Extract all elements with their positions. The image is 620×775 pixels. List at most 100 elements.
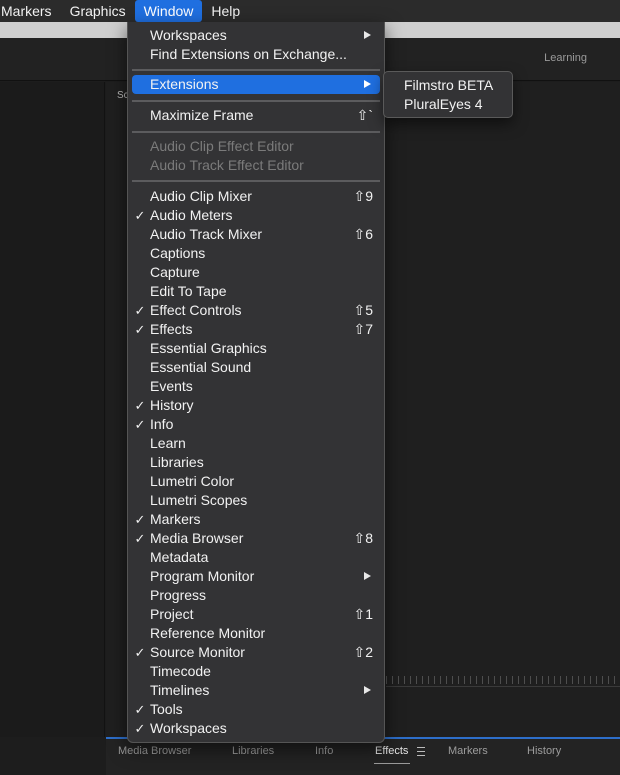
- menu-separator: [132, 180, 380, 182]
- menu-item-label: Media Browser: [150, 530, 244, 546]
- menu-item-effects[interactable]: ✓ Effects ⇧7: [132, 320, 380, 339]
- menu-separator: [132, 100, 380, 102]
- menu-item-lumetri-color[interactable]: Lumetri Color: [132, 472, 380, 491]
- menu-graphics[interactable]: Graphics: [61, 0, 135, 22]
- submenu-arrow-icon: [364, 80, 371, 88]
- menu-item-progress[interactable]: Progress: [132, 586, 380, 605]
- menu-item-find-extensions[interactable]: Find Extensions on Exchange...: [132, 45, 380, 64]
- menu-item-audio-meters[interactable]: ✓ Audio Meters: [132, 206, 380, 225]
- menu-item-label: Workspaces: [150, 27, 227, 43]
- menu-item-captions[interactable]: Captions: [132, 244, 380, 263]
- menu-item-label: Effects: [150, 321, 193, 337]
- menu-item-timelines[interactable]: Timelines: [132, 681, 380, 700]
- menu-item-capture[interactable]: Capture: [132, 263, 380, 282]
- shortcut-label: ⇧1: [353, 606, 373, 622]
- menu-item-essential-graphics[interactable]: Essential Graphics: [132, 339, 380, 358]
- menu-item-label: Tools: [150, 701, 183, 717]
- menu-item-label: Reference Monitor: [150, 625, 266, 641]
- menu-item-essential-sound[interactable]: Essential Sound: [132, 358, 380, 377]
- menu-item-label: Find Extensions on Exchange...: [150, 46, 347, 62]
- menu-item-label: Timecode: [150, 663, 211, 679]
- shortcut-label: ⇧5: [353, 302, 373, 318]
- left-panel: [0, 82, 105, 737]
- menu-item-markers[interactable]: ✓ Markers: [132, 510, 380, 529]
- menu-item-label: Audio Track Effect Editor: [150, 157, 304, 173]
- menu-item-label: Timelines: [150, 682, 210, 698]
- menu-item-media-browser[interactable]: ✓ Media Browser ⇧8: [132, 529, 380, 548]
- menu-item-label: Source Monitor: [150, 644, 245, 660]
- checkmark-icon: ✓: [134, 512, 146, 527]
- submenu-arrow-icon: [364, 31, 371, 39]
- menu-help[interactable]: Help: [202, 0, 249, 22]
- menu-item-learn[interactable]: Learn: [132, 434, 380, 453]
- menu-item-label: Audio Meters: [150, 207, 233, 223]
- shortcut-label: ⇧8: [353, 530, 373, 546]
- extensions-submenu: Filmstro BETA PluralEyes 4: [383, 71, 513, 118]
- tab-effects[interactable]: Effects: [375, 745, 408, 757]
- tab-history[interactable]: History: [527, 745, 561, 757]
- menu-item-edit-to-tape[interactable]: Edit To Tape: [132, 282, 380, 301]
- menu-item-metadata[interactable]: Metadata: [132, 548, 380, 567]
- tab-libraries[interactable]: Libraries: [232, 745, 274, 757]
- shortcut-label: ⇧7: [353, 321, 373, 337]
- menu-item-label: Metadata: [150, 549, 209, 565]
- menu-item-label: Info: [150, 416, 174, 432]
- menu-item-label: Program Monitor: [150, 568, 255, 584]
- menu-item-maximize-frame[interactable]: Maximize Frame ⇧`: [132, 106, 380, 125]
- menu-item-label: Progress: [150, 587, 207, 603]
- menu-item-label: Extensions: [150, 76, 219, 92]
- workspace-tab-learning[interactable]: Learning: [544, 52, 587, 64]
- menu-item-label: Markers: [150, 511, 201, 527]
- menu-item-info[interactable]: ✓ Info: [132, 415, 380, 434]
- checkmark-icon: ✓: [134, 721, 146, 736]
- menu-item-label: Learn: [150, 435, 186, 451]
- menu-item-timecode[interactable]: Timecode: [132, 662, 380, 681]
- menu-item-label: Essential Graphics: [150, 340, 267, 356]
- checkmark-icon: ✓: [134, 417, 146, 432]
- menu-item-audio-clip-effect-editor: Audio Clip Effect Editor: [132, 137, 380, 156]
- menu-item-tools[interactable]: ✓ Tools: [132, 700, 380, 719]
- submenu-item-filmstro[interactable]: Filmstro BETA: [404, 76, 493, 95]
- tab-info[interactable]: Info: [315, 745, 333, 757]
- shortcut-label: ⇧2: [353, 644, 373, 660]
- tab-markers[interactable]: Markers: [448, 745, 488, 757]
- menu-item-label: Capture: [150, 264, 200, 280]
- menu-item-reference-monitor[interactable]: Reference Monitor: [132, 624, 380, 643]
- menu-item-label: Audio Clip Mixer: [150, 188, 252, 204]
- shortcut-label: ⇧`: [356, 107, 373, 123]
- menu-item-audio-track-mixer[interactable]: Audio Track Mixer ⇧6: [132, 225, 380, 244]
- submenu-arrow-icon: [364, 686, 371, 694]
- window-menu: Workspaces Find Extensions on Exchange..…: [127, 22, 385, 743]
- menu-item-label: Captions: [150, 245, 206, 261]
- menu-item-workspaces[interactable]: Workspaces: [132, 26, 380, 45]
- submenu-item-pluraleyes[interactable]: PluralEyes 4: [404, 95, 483, 114]
- bottom-panel-tabs: Media Browser Libraries Info Effects Mar…: [106, 745, 620, 764]
- menu-item-extensions[interactable]: Extensions: [132, 75, 380, 94]
- menu-window[interactable]: Window: [134, 0, 203, 22]
- checkmark-icon: ✓: [134, 702, 146, 717]
- menu-item-label: Effect Controls: [150, 302, 242, 318]
- menu-item-effect-controls[interactable]: ✓ Effect Controls ⇧5: [132, 301, 380, 320]
- checkmark-icon: ✓: [134, 208, 146, 223]
- checkmark-icon: ✓: [134, 322, 146, 337]
- checkmark-icon: ✓: [134, 303, 146, 318]
- menu-item-source-monitor[interactable]: ✓ Source Monitor ⇧2: [132, 643, 380, 662]
- menu-item-label: History: [150, 397, 194, 413]
- menu-item-libraries[interactable]: Libraries: [132, 453, 380, 472]
- menu-item-audio-clip-mixer[interactable]: Audio Clip Mixer ⇧9: [132, 187, 380, 206]
- tab-media-browser[interactable]: Media Browser: [118, 745, 191, 757]
- menu-item-label: Lumetri Scopes: [150, 492, 248, 508]
- menu-markers[interactable]: Markers: [0, 0, 61, 22]
- menu-item-workspaces[interactable]: ✓ Workspaces: [132, 719, 380, 738]
- active-tab-underline: [374, 763, 410, 764]
- submenu-arrow-icon: [364, 572, 371, 580]
- menu-item-events[interactable]: Events: [132, 377, 380, 396]
- time-ruler[interactable]: [386, 676, 620, 684]
- menu-item-project[interactable]: Project ⇧1: [132, 605, 380, 624]
- menu-item-lumetri-scopes[interactable]: Lumetri Scopes: [132, 491, 380, 510]
- menu-item-history[interactable]: ✓ History: [132, 396, 380, 415]
- menu-item-label: Lumetri Color: [150, 473, 235, 489]
- menu-item-program-monitor[interactable]: Program Monitor: [132, 567, 380, 586]
- panel-menu-icon[interactable]: [417, 747, 425, 756]
- menu-item-label: Project: [150, 606, 194, 622]
